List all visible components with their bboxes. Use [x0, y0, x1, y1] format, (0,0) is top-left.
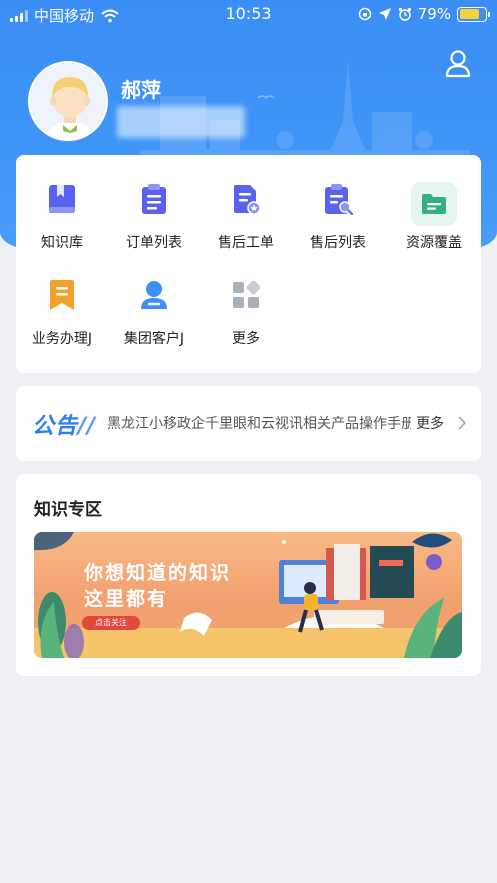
document-star-icon — [226, 179, 266, 219]
announcement-text[interactable]: 黑龙江小移政企千里眼和云视讯相关产品操作手册 — [107, 413, 411, 433]
announcement-bar[interactable]: 公告// 黑龙江小移政企千里眼和云视讯相关产品操作手册 更多 — [16, 386, 481, 461]
banner-subheadline: 这里都有 — [84, 588, 169, 610]
status-bar: 中国移动 10:53 79% — [0, 0, 497, 30]
menu-item-after-sales-ticket[interactable]: 售后工单 — [200, 155, 292, 251]
folder-icon — [411, 182, 457, 226]
menu-item-group-customer[interactable]: 集团客户J — [108, 251, 200, 347]
menu-label: 订单列表 — [126, 235, 182, 251]
banner-headline: 你想知道的知识 — [84, 562, 232, 584]
battery-icon — [457, 6, 490, 22]
customer-icon — [134, 275, 174, 315]
blurred-account-info — [117, 106, 245, 138]
clipboard-search-icon — [318, 179, 358, 219]
book-icon — [42, 179, 82, 219]
alarm-icon — [398, 7, 411, 21]
chevron-right-icon[interactable] — [457, 416, 467, 430]
knowledge-zone-card: 知识专区 你想知道的知识 这里都有 点击关注 — [16, 474, 481, 676]
menu-item-business-handling[interactable]: 业务办理J — [16, 251, 108, 347]
follow-button[interactable]: 点击关注 — [82, 616, 140, 630]
menu-label: 资源覆盖 — [406, 235, 462, 251]
battery-fill — [459, 9, 480, 19]
menu-item-more[interactable]: 更多 — [200, 251, 292, 347]
grid-more-icon — [226, 275, 266, 315]
announcement-logo-text: 公告 — [32, 414, 79, 439]
user-profile-icon[interactable] — [445, 50, 471, 78]
menu-label: 更多 — [232, 331, 260, 347]
screen-lock-icon — [358, 7, 371, 21]
announcement-logo: 公告// — [32, 414, 97, 439]
battery-percent: 79% — [417, 5, 451, 23]
bookmark-icon — [42, 275, 82, 315]
announcement-more-link[interactable]: 更多 — [416, 413, 444, 433]
location-icon — [378, 8, 391, 20]
menu-label: 售后列表 — [310, 235, 366, 251]
menu-item-resource-coverage[interactable]: 资源覆盖 — [388, 155, 480, 251]
user-name: 郝萍 — [121, 78, 161, 102]
avatar[interactable] — [28, 61, 108, 141]
menu-label: 业务办理J — [31, 331, 93, 347]
menu-label: 知识库 — [41, 235, 83, 251]
menu-item-knowledge-base[interactable]: 知识库 — [16, 155, 108, 251]
menu-item-order-list[interactable]: 订单列表 — [108, 155, 200, 251]
clipboard-list-icon — [134, 179, 174, 219]
function-menu-card: 知识库 订单列表 售后工单 售后列表 资源覆盖 业务办理J 集团客户J 更多 — [16, 155, 481, 373]
knowledge-banner[interactable]: 你想知道的知识 这里都有 点击关注 — [34, 532, 462, 658]
menu-item-after-sales-list[interactable]: 售后列表 — [292, 155, 384, 251]
menu-label: 售后工单 — [218, 235, 274, 251]
menu-label: 集团客户J — [123, 331, 185, 347]
section-title: 知识专区 — [34, 500, 102, 520]
